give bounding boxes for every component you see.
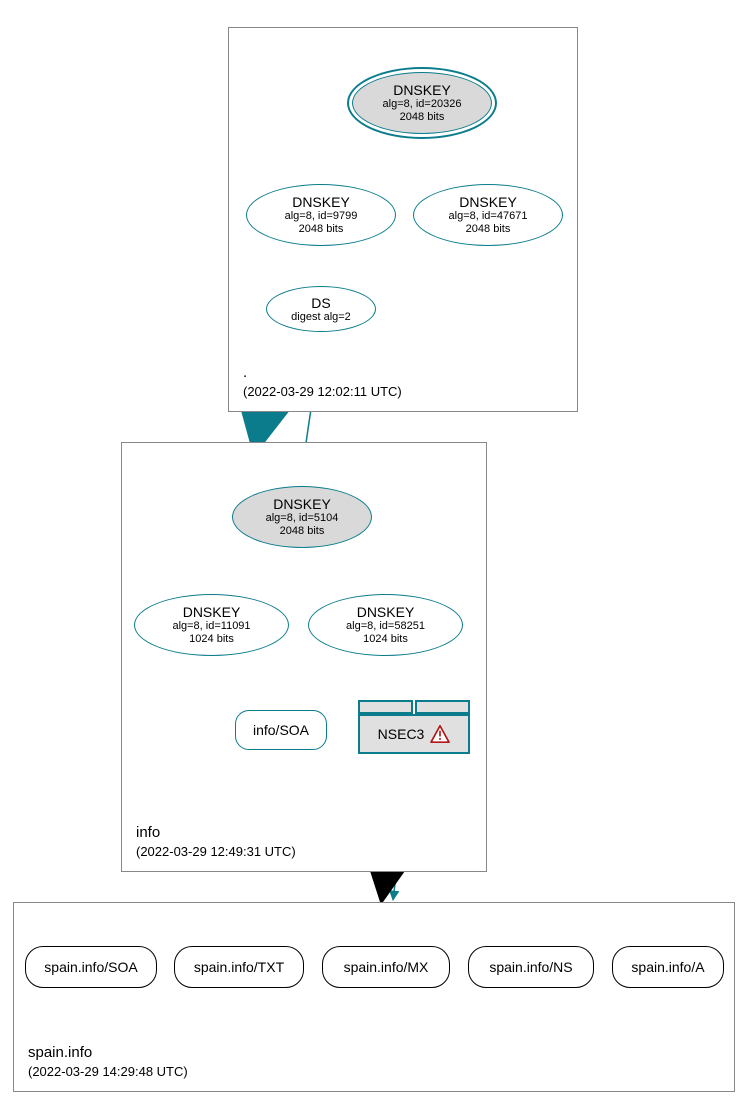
warning-icon: [430, 725, 450, 743]
node-dnskey-9799: DNSKEY alg=8, id=9799 2048 bits: [246, 184, 396, 246]
node-dnskey-11091: DNSKEY alg=8, id=11091 1024 bits: [134, 594, 289, 656]
nsec3-tab-left: [358, 700, 413, 714]
node-dnskey-47671-alg: alg=8, id=47671: [449, 210, 528, 223]
diagram-canvas: . (2022-03-29 12:02:11 UTC) DNSKEY alg=8…: [0, 0, 749, 1117]
node-dnskey-20326-bits: 2048 bits: [400, 111, 445, 124]
node-dnskey-20326: DNSKEY alg=8, id=20326 2048 bits: [352, 72, 492, 134]
node-ds: DS digest alg=2: [266, 286, 376, 332]
zone-root-label: . (2022-03-29 12:02:11 UTC): [243, 363, 402, 401]
node-spain-mx-title: spain.info/MX: [344, 959, 429, 975]
node-dnskey-58251-bits: 1024 bits: [363, 633, 408, 646]
zone-spain: spain.info (2022-03-29 14:29:48 UTC): [13, 902, 735, 1092]
node-info-soa-title: info/SOA: [253, 722, 309, 738]
node-dnskey-9799-bits: 2048 bits: [299, 223, 344, 236]
node-dnskey-5104-bits: 2048 bits: [280, 525, 325, 538]
node-spain-soa-title: spain.info/SOA: [44, 959, 137, 975]
nsec3-main: NSEC3: [358, 714, 470, 754]
node-dnskey-11091-alg: alg=8, id=11091: [172, 620, 250, 633]
node-dnskey-5104-title: DNSKEY: [273, 496, 331, 512]
zone-info-name: info: [136, 823, 296, 843]
zone-info-timestamp: (2022-03-29 12:49:31 UTC): [136, 843, 296, 861]
zone-root-name: .: [243, 363, 402, 383]
zone-root-timestamp: (2022-03-29 12:02:11 UTC): [243, 383, 402, 401]
node-dnskey-20326-title: DNSKEY: [393, 82, 451, 98]
node-dnskey-5104: DNSKEY alg=8, id=5104 2048 bits: [232, 486, 372, 548]
node-nsec3: NSEC3: [358, 700, 470, 754]
node-spain-a: spain.info/A: [612, 946, 724, 988]
node-dnskey-58251: DNSKEY alg=8, id=58251 1024 bits: [308, 594, 463, 656]
node-dnskey-47671-title: DNSKEY: [459, 194, 517, 210]
node-ds-title: DS: [311, 295, 330, 311]
node-dnskey-11091-title: DNSKEY: [183, 604, 241, 620]
zone-spain-timestamp: (2022-03-29 14:29:48 UTC): [28, 1063, 188, 1081]
zone-spain-name: spain.info: [28, 1043, 188, 1063]
node-dnskey-58251-alg: alg=8, id=58251: [346, 620, 425, 633]
node-spain-ns-title: spain.info/NS: [489, 959, 572, 975]
node-dnskey-9799-alg: alg=8, id=9799: [285, 210, 358, 223]
node-ds-alg: digest alg=2: [291, 311, 351, 324]
node-dnskey-20326-alg: alg=8, id=20326: [383, 98, 462, 111]
node-spain-soa: spain.info/SOA: [25, 946, 157, 988]
node-dnskey-58251-title: DNSKEY: [357, 604, 415, 620]
node-dnskey-47671-bits: 2048 bits: [466, 223, 511, 236]
node-info-soa: info/SOA: [235, 710, 327, 750]
node-dnskey-9799-title: DNSKEY: [292, 194, 350, 210]
node-spain-ns: spain.info/NS: [468, 946, 594, 988]
node-spain-mx: spain.info/MX: [322, 946, 450, 988]
nsec3-tab-right: [415, 700, 470, 714]
zone-spain-label: spain.info (2022-03-29 14:29:48 UTC): [28, 1043, 188, 1081]
node-dnskey-47671: DNSKEY alg=8, id=47671 2048 bits: [413, 184, 563, 246]
node-dnskey-11091-bits: 1024 bits: [189, 633, 234, 646]
node-dnskey-5104-alg: alg=8, id=5104: [266, 512, 339, 525]
zone-info-label: info (2022-03-29 12:49:31 UTC): [136, 823, 296, 861]
nsec3-label: NSEC3: [378, 726, 425, 742]
node-spain-txt: spain.info/TXT: [174, 946, 304, 988]
node-spain-txt-title: spain.info/TXT: [194, 959, 284, 975]
node-spain-a-title: spain.info/A: [631, 959, 704, 975]
